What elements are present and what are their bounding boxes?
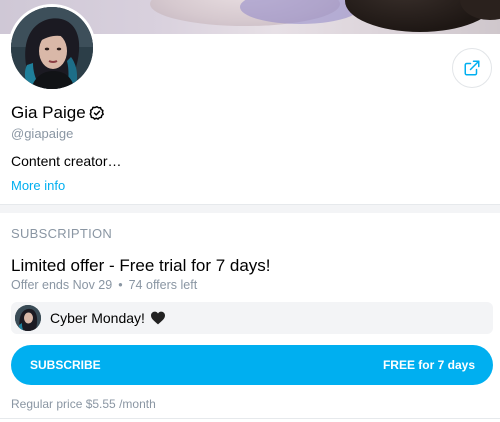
- verified-badge-icon: [89, 105, 104, 120]
- share-icon: [464, 60, 480, 76]
- offer-title: Limited offer - Free trial for 7 days!: [11, 256, 271, 275]
- profile-page: Gia Paige @giapaige Content creator… Mor…: [0, 0, 500, 422]
- more-info-link[interactable]: More info: [11, 178, 65, 193]
- offer-ends: Offer ends Nov 29: [11, 278, 113, 292]
- section-spacer: [0, 205, 500, 213]
- regular-price: Regular price $5.55 /month: [11, 397, 156, 411]
- bottom-divider: [0, 418, 500, 419]
- offer-meta: Offer ends Nov 29 • 74 offers left: [11, 278, 197, 292]
- promo-avatar: [15, 305, 41, 331]
- subscription-header: SUBSCRIPTION: [11, 226, 113, 241]
- subscribe-label: SUBSCRIBE: [30, 358, 101, 372]
- profile-bio: Content creator…: [11, 153, 122, 169]
- subscribe-price: FREE for 7 days: [382, 358, 475, 372]
- promo-text: Cyber Monday!: [50, 310, 145, 326]
- profile-handle: @giapaige: [11, 126, 74, 141]
- share-button[interactable]: [452, 48, 492, 88]
- offers-left: 74 offers left: [128, 278, 198, 292]
- profile-name-row: Gia Paige: [11, 103, 105, 123]
- avatar[interactable]: [8, 4, 96, 92]
- subscribe-button[interactable]: SUBSCRIBE FREE for 7 days: [11, 345, 493, 385]
- promo-message: Cyber Monday!: [11, 302, 493, 334]
- black-heart-icon: [150, 311, 165, 325]
- profile-name: Gia Paige: [11, 103, 86, 122]
- offer-meta-separator: •: [118, 278, 123, 292]
